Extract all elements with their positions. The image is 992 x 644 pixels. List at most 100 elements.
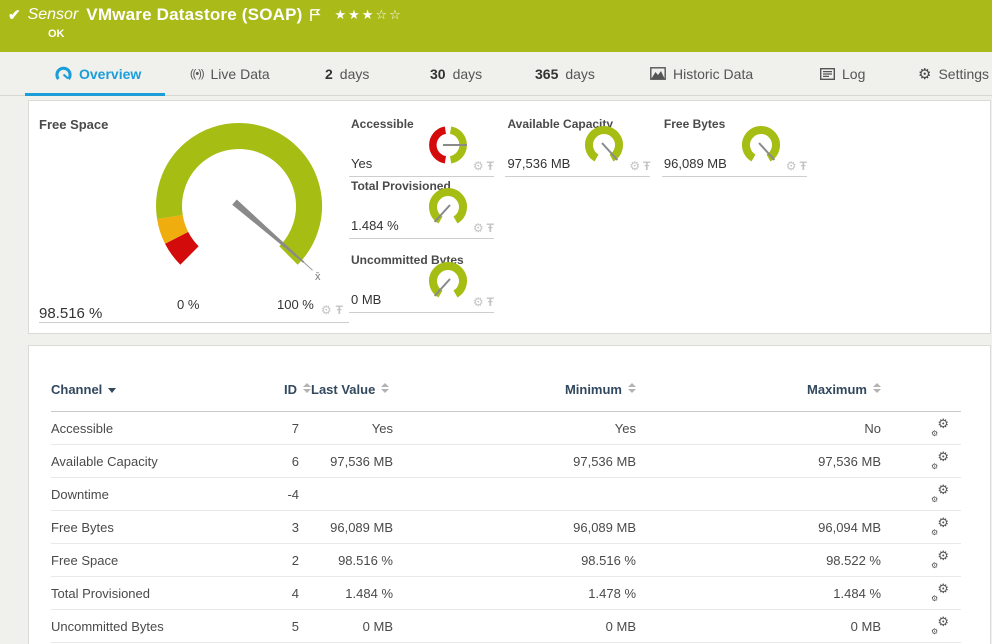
sensor-header: ✔ Sensor VMware Datastore (SOAP) ★★★☆☆ O… [0, 0, 992, 52]
table-row[interactable]: Downtime -4 ⚙⚙ [51, 478, 961, 511]
channel-settings-icon[interactable]: ⚙⚙ [931, 617, 949, 633]
sensor-title: VMware Datastore (SOAP) [86, 5, 302, 25]
tab-historic-data[interactable]: Historic Data [650, 52, 753, 95]
pin-icon[interactable]: Ŧ [800, 159, 807, 173]
priority-flag-icon[interactable] [309, 8, 321, 22]
sensor-status-badge: OK [48, 28, 65, 40]
cell-channel-id: -4 [281, 478, 311, 511]
pin-icon[interactable]: Ŧ [643, 159, 650, 173]
column-header-maximum[interactable]: Maximum [641, 374, 886, 412]
tab-2-days[interactable]: 2 days [325, 52, 369, 95]
column-header-last-value[interactable]: Last Value [311, 374, 401, 412]
pin-icon[interactable]: Ŧ [487, 159, 494, 173]
channel-settings-icon[interactable]: ⚙⚙ [931, 518, 949, 534]
channel-settings-icon[interactable]: ⚙⚙ [931, 452, 949, 468]
pin-icon[interactable]: Ŧ [336, 303, 343, 317]
cell-maximum: 97,536 MB [641, 445, 886, 478]
free-bytes-gauge [735, 123, 787, 171]
tab-live-data[interactable]: ((•)) Live Data [190, 52, 270, 95]
cell-channel-name: Uncommitted Bytes [51, 610, 281, 643]
cell-maximum: 0 MB [641, 610, 886, 643]
object-kind-label: Sensor [28, 6, 79, 24]
table-row[interactable]: Total Provisioned 4 1.484 % 1.478 % 1.48… [51, 577, 961, 610]
channel-gear-icon[interactable]: ⚙ [629, 159, 640, 173]
gauge-value: 98.516 % [39, 305, 102, 322]
cell-channel-name: Downtime [51, 478, 281, 511]
sort-icon [628, 383, 636, 393]
cell-last-value: 98.516 % [311, 544, 401, 577]
table-row[interactable]: Free Bytes 3 96,089 MB 96,089 MB 96,094 … [51, 511, 961, 544]
gauge-title: Free Space [39, 117, 108, 132]
channel-gear-icon[interactable]: ⚙ [473, 159, 484, 173]
gauge-min-label: 0 % [177, 297, 199, 312]
channel-settings-icon[interactable]: ⚙⚙ [931, 419, 949, 435]
cell-minimum: 1.478 % [401, 577, 641, 610]
cell-channel-name: Free Bytes [51, 511, 281, 544]
cell-channel-id: 7 [281, 412, 311, 445]
tab-overview[interactable]: Overview [55, 52, 141, 95]
cell-channel-name: Total Provisioned [51, 577, 281, 610]
cell-maximum: 1.484 % [641, 577, 886, 610]
free-space-gauge: x̄ [134, 114, 346, 304]
cell-minimum [401, 478, 641, 511]
cell-minimum: 97,536 MB [401, 445, 641, 478]
column-header-channel[interactable]: Channel [51, 374, 281, 412]
sort-icon [873, 383, 881, 393]
column-header-id[interactable]: ID [281, 374, 311, 412]
channel-settings-icon[interactable]: ⚙⚙ [931, 485, 949, 501]
channel-gear-icon[interactable]: ⚙ [473, 295, 484, 309]
cell-channel-id: 6 [281, 445, 311, 478]
cell-maximum: 96,094 MB [641, 511, 886, 544]
channel-settings-icon[interactable]: ⚙⚙ [931, 551, 949, 567]
gauge-icon [55, 66, 72, 82]
sort-icon [381, 383, 389, 393]
tab-settings[interactable]: ⚙ Settings [918, 52, 989, 95]
pin-icon[interactable]: Ŧ [487, 295, 494, 309]
gauge-tile-uncommitted-bytes[interactable]: Uncommitted Bytes 0 MB ⚙ Ŧ [349, 251, 494, 313]
priority-stars[interactable]: ★★★☆☆ [335, 8, 403, 23]
cell-minimum: Yes [401, 412, 641, 445]
gauge-value: 0 MB [351, 292, 381, 307]
gauge-tile-available-capacity[interactable]: Available Capacity 97,536 MB ⚙ Ŧ [505, 115, 650, 177]
sort-icon [303, 383, 311, 393]
cell-channel-name: Accessible [51, 412, 281, 445]
live-data-icon: ((•)) [190, 68, 204, 80]
cell-maximum: No [641, 412, 886, 445]
channel-gear-icon[interactable]: ⚙ [321, 303, 332, 317]
gauge-tile-total-provisioned[interactable]: Total Provisioned 1.484 % ⚙ Ŧ [349, 177, 494, 239]
channel-table-body: Accessible 7 Yes Yes No ⚙⚙ Available Cap… [51, 412, 961, 643]
gauge-value: 96,089 MB [664, 156, 727, 171]
tab-bar: Overview ((•)) Live Data 2 days 30 days … [0, 52, 992, 96]
active-tab-underline [25, 93, 165, 96]
cell-last-value: 97,536 MB [311, 445, 401, 478]
cell-channel-name: Free Space [51, 544, 281, 577]
channel-settings-icon[interactable]: ⚙⚙ [931, 584, 949, 600]
cell-maximum [641, 478, 886, 511]
sort-desc-icon [108, 388, 116, 393]
cell-channel-name: Available Capacity [51, 445, 281, 478]
table-row[interactable]: Accessible 7 Yes Yes No ⚙⚙ [51, 412, 961, 445]
channel-gear-icon[interactable]: ⚙ [786, 159, 797, 173]
mini-gauges: Accessible Yes ⚙ Ŧ Available Capacity 97… [349, 115, 969, 313]
column-header-minimum[interactable]: Minimum [401, 374, 641, 412]
pin-icon[interactable]: Ŧ [487, 221, 494, 235]
gauge-tile-free-bytes[interactable]: Free Bytes 96,089 MB ⚙ Ŧ [662, 115, 807, 177]
tab-30-days[interactable]: 30 days [430, 52, 482, 95]
accessible-gauge [422, 123, 474, 171]
gauge-tile-accessible[interactable]: Accessible Yes ⚙ Ŧ [349, 115, 494, 177]
cell-last-value: 96,089 MB [311, 511, 401, 544]
gauge-tile-free-space[interactable]: Free Space x̄ 0 % 100 % 98.516 % ⚙ Ŧ [39, 109, 349, 323]
average-marker: x̄ [315, 271, 321, 283]
channel-gear-icon[interactable]: ⚙ [473, 221, 484, 235]
gauge-value: Yes [351, 156, 372, 171]
table-row[interactable]: Available Capacity 6 97,536 MB 97,536 MB… [51, 445, 961, 478]
cell-maximum: 98.522 % [641, 544, 886, 577]
table-row[interactable]: Free Space 2 98.516 % 98.516 % 98.522 % … [51, 544, 961, 577]
tab-365-days[interactable]: 365 days [535, 52, 595, 95]
table-row[interactable]: Uncommitted Bytes 5 0 MB 0 MB 0 MB ⚙⚙ [51, 610, 961, 643]
cell-channel-id: 2 [281, 544, 311, 577]
gauges-panel: Free Space x̄ 0 % 100 % 98.516 % ⚙ Ŧ Acc… [28, 100, 991, 334]
tab-log[interactable]: Log [820, 52, 865, 95]
gauge-value: 97,536 MB [507, 156, 570, 171]
cell-channel-id: 5 [281, 610, 311, 643]
